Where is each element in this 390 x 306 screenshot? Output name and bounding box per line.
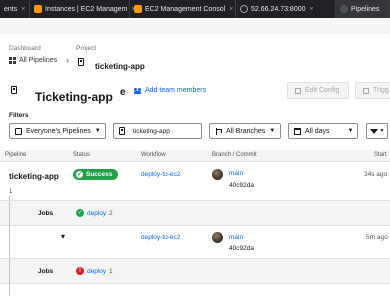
breadcrumb-all-pipelines[interactable]: All Pipelines bbox=[9, 57, 57, 64]
close-icon[interactable]: × bbox=[229, 6, 233, 13]
project-icon bbox=[78, 58, 84, 66]
avatar bbox=[212, 169, 223, 180]
play-icon bbox=[363, 87, 369, 94]
start-time: 5m ago bbox=[366, 234, 388, 241]
tree-connector bbox=[9, 259, 10, 285]
status-label: Success bbox=[86, 171, 113, 178]
branch-link[interactable]: main bbox=[229, 234, 243, 241]
trigger-pipeline-button[interactable]: Trigg bbox=[355, 82, 390, 99]
filters-label: Filters bbox=[9, 112, 29, 119]
pipelines-icon bbox=[340, 5, 348, 13]
people-icon bbox=[134, 87, 142, 94]
job-failed-icon: ! bbox=[76, 267, 84, 275]
advanced-filter-button[interactable]: ▼ bbox=[366, 123, 388, 139]
close-icon[interactable]: × bbox=[21, 6, 25, 13]
job-link[interactable]: deploy bbox=[87, 268, 106, 275]
aws-icon bbox=[34, 5, 42, 13]
browser-tab-3[interactable]: EC2 Management Consol × bbox=[130, 0, 236, 18]
project-filter-label: ticketing-app bbox=[133, 127, 170, 135]
job-number: 1 bbox=[109, 268, 113, 275]
workflow-link[interactable]: deploy-to-ec2 bbox=[141, 171, 180, 178]
branch-filter-dropdown[interactable]: All Branches ▼ bbox=[209, 123, 281, 139]
grid-icon bbox=[15, 127, 22, 135]
table-header: Pipeline Status Workflow Branch / Commit… bbox=[0, 150, 390, 162]
page-title: Ticketing-app bbox=[35, 90, 113, 104]
jobs-row: Jobs ! deploy 1 bbox=[0, 258, 390, 285]
pipelines-filter-label: Everyone's Pipelines bbox=[26, 127, 91, 135]
calendar-icon bbox=[294, 127, 301, 135]
job-success-icon: ✓ bbox=[76, 209, 84, 217]
jobs-label: Jobs bbox=[38, 268, 54, 275]
workflow-link[interactable]: deploy-to-ec2 bbox=[141, 234, 180, 241]
expand-toggle[interactable]: ▾ bbox=[61, 232, 65, 241]
chevron-down-icon: ▼ bbox=[379, 128, 385, 134]
chevron-down-icon: ▼ bbox=[94, 128, 101, 134]
pipeline-number: 1 bbox=[9, 189, 13, 195]
commit-hash[interactable]: 40c92da bbox=[229, 182, 254, 189]
chevron-down-icon: ▼ bbox=[269, 128, 276, 134]
breadcrumb-dashboard-label: Dashboard bbox=[9, 45, 41, 52]
start-time: 34s ago bbox=[364, 171, 388, 178]
globe-icon bbox=[240, 5, 248, 13]
browser-tab-4[interactable]: 52.66.24.73:8000 × bbox=[236, 0, 336, 18]
job-link[interactable]: deploy bbox=[87, 210, 106, 217]
pipeline-name[interactable]: ticketing-app bbox=[9, 172, 59, 181]
project-icon bbox=[119, 127, 125, 135]
project-filter-dropdown[interactable]: ticketing-app bbox=[113, 123, 202, 139]
edit-icon bbox=[295, 87, 301, 94]
column-header-workflow: Workflow bbox=[141, 152, 166, 158]
trigger-label: Trigg bbox=[373, 87, 389, 94]
browser-tab-strip: ents × Instances | EC2 Managem × EC2 Man… bbox=[0, 0, 390, 18]
breadcrumb-project-name[interactable]: ticketing-app bbox=[95, 62, 145, 71]
days-filter-label: All days bbox=[305, 127, 330, 135]
pipelines-filter-dropdown[interactable]: Everyone's Pipelines ▼ bbox=[9, 123, 106, 139]
tab-label: 52.66.24.73:8000 bbox=[251, 5, 306, 13]
branch-filter-label: All Branches bbox=[226, 127, 266, 135]
pipelines-page: Dashboard All Pipelines › Project ticket… bbox=[0, 34, 390, 306]
jobs-label: Jobs bbox=[38, 210, 54, 217]
column-header-pipeline: Pipeline bbox=[5, 152, 27, 158]
commit-hash[interactable]: 40c92da bbox=[229, 245, 254, 252]
days-filter-dropdown[interactable]: All days ▼ bbox=[288, 123, 358, 139]
breadcrumb-all-pipelines-label: All Pipelines bbox=[19, 57, 58, 64]
chevron-right-icon: › bbox=[66, 55, 69, 65]
tab-label: Instances | EC2 Managem bbox=[45, 5, 128, 13]
tab-label: ents bbox=[4, 5, 18, 13]
avatar bbox=[212, 232, 223, 243]
column-header-branch-commit: Branch / Commit bbox=[212, 152, 257, 158]
funnel-icon bbox=[369, 128, 378, 134]
edit-config-button[interactable]: Edit Config bbox=[287, 82, 349, 99]
tab-label: Pipelines bbox=[351, 5, 380, 13]
jobs-row: Jobs ✓ deploy 2 bbox=[0, 200, 390, 227]
browser-tab-1[interactable]: ents × bbox=[0, 0, 30, 18]
stray-character: e bbox=[120, 87, 126, 98]
browser-tab-5[interactable]: Pipelines bbox=[336, 0, 390, 18]
column-header-start: Start bbox=[374, 152, 387, 158]
edit-config-label: Edit Config bbox=[305, 87, 340, 94]
chevron-down-icon: ▼ bbox=[347, 128, 354, 134]
grid-icon bbox=[9, 57, 16, 64]
project-icon bbox=[11, 86, 17, 94]
tree-connector bbox=[9, 201, 10, 227]
browser-tab-2[interactable]: Instances | EC2 Managem × bbox=[30, 0, 135, 18]
add-team-members-button[interactable]: Add team members bbox=[134, 87, 206, 94]
branch-icon bbox=[215, 127, 222, 135]
breadcrumb-project-label: Project bbox=[76, 45, 97, 52]
aws-icon bbox=[134, 5, 142, 13]
close-icon[interactable]: × bbox=[310, 6, 314, 13]
tab-label: EC2 Management Consol bbox=[145, 5, 226, 13]
status-badge[interactable]: ✓ Success bbox=[73, 169, 119, 180]
checkmark-icon: ✓ bbox=[76, 171, 83, 178]
job-number: 2 bbox=[109, 210, 113, 217]
branch-link[interactable]: main bbox=[229, 170, 243, 177]
add-team-members-label: Add team members bbox=[145, 87, 207, 94]
column-header-status: Status bbox=[73, 152, 91, 158]
